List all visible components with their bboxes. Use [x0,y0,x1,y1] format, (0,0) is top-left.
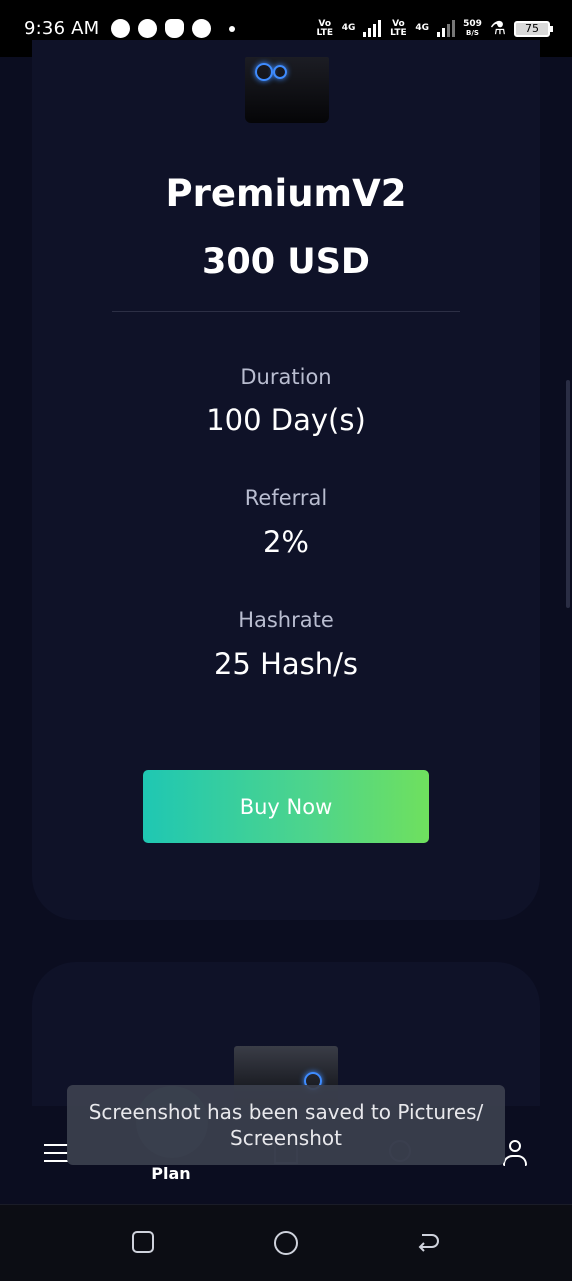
signal-icon [437,20,456,37]
hashrate-label: Hashrate [238,608,334,632]
screenshot-toast: Screenshot has been saved to Pictures/ S… [67,1085,505,1165]
duration-value: 100 Day(s) [206,403,366,437]
volte-icon: Vo LTE [390,18,407,38]
toast-line-2: Screenshot [230,1126,342,1150]
battery-icon: 75 [514,20,553,37]
back-icon [418,1234,439,1252]
notification-icons [111,19,236,38]
status-indicators: Vo LTE 4G Vo LTE 4G 509 B/S ⚗ 75 [316,18,553,39]
snapchat-icon [165,19,185,38]
chat-icon [192,19,212,38]
referral-label: Referral [244,486,328,510]
signal-icon [363,20,382,37]
speed-unit: B/S [465,28,479,37]
hashrate-value: 25 Hash/s [213,647,359,681]
speed-value: 509 [463,18,482,29]
network-type-label: 4G [415,23,430,33]
fan-icon [255,63,273,81]
fan-icon [273,65,287,79]
network-type-label: 4G [341,23,356,33]
back-button[interactable] [416,1231,440,1253]
scrollbar[interactable] [566,380,570,608]
toast-line-1: Screenshot has been saved to Pictures/ [88,1100,484,1124]
more-notifications-dot [229,25,236,32]
plan-price: 300 USD [202,242,370,282]
messenger-icon [111,19,131,38]
divider [112,311,460,312]
buy-now-button[interactable]: Buy Now [143,770,429,843]
recent-apps-button[interactable] [132,1231,154,1253]
plan-name: PremiumV2 [165,172,407,215]
volte-icon: Vo LTE [316,18,334,38]
referral-value: 2% [262,525,309,559]
profile-icon[interactable] [502,1140,528,1170]
status-time: 9:36 AM [24,18,100,39]
nav-plan-label[interactable]: Plan [140,1164,202,1183]
duration-label: Duration [240,365,332,389]
network-speed: 509 B/S [463,18,482,38]
mining-rig-image [245,57,329,123]
lab-icon: ⚗ [489,18,506,39]
messenger-icon [138,19,158,38]
menu-icon[interactable] [44,1144,68,1162]
home-button[interactable] [274,1231,298,1255]
system-navigation-bar [0,1204,572,1281]
